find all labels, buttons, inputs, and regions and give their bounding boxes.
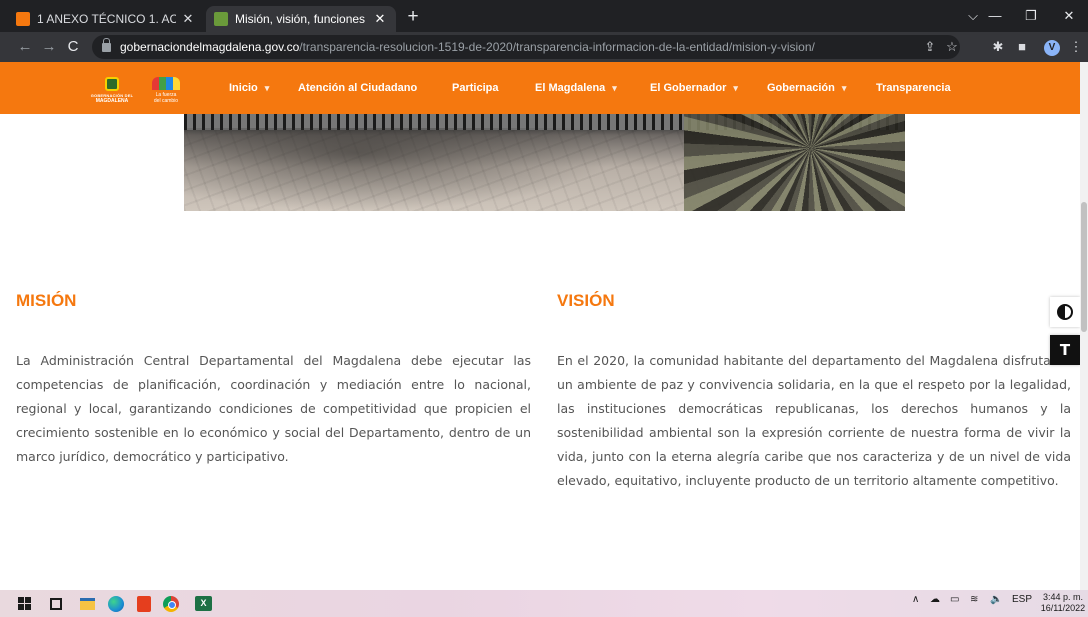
vision-heading: VISIÓN: [557, 291, 615, 310]
browser-tab-strip: 1 ANEXO TÉCNICO 1. ACCESIBILI ✕ Misión, …: [0, 0, 1088, 32]
contrast-icon: [1057, 304, 1073, 320]
menu-item-gobernacion[interactable]: Gobernación ▾: [767, 82, 846, 94]
chrome-icon[interactable]: [163, 596, 179, 612]
back-arrow-icon[interactable]: ←: [14, 36, 36, 58]
url-host: gobernaciondelmagdalena.gov.co: [120, 40, 300, 54]
font-size-icon: T: [1059, 341, 1071, 359]
menu-label: Gobernación: [767, 82, 835, 94]
menu-label: Inicio: [229, 82, 258, 94]
menu-label: El Gobernador: [650, 82, 727, 94]
logo2-text-2: del cambio: [153, 98, 179, 104]
tray-chevron-up-icon[interactable]: ∧: [912, 594, 919, 605]
clock-time: 3:44 p. m.: [1042, 592, 1084, 602]
new-tab-button[interactable]: +: [402, 7, 424, 29]
wifi-icon[interactable]: ≋: [970, 594, 978, 605]
hero-palm: [684, 114, 905, 211]
fuerza-del-cambio-logo[interactable]: La fuerza del cambio: [146, 77, 186, 107]
windows-taskbar: X ∧ ☁ ▭ ≋ 🔈 ESP 3:44 p. m. 16/11/2022: [0, 590, 1088, 617]
taskbar-clock[interactable]: 3:44 p. m. 16/11/2022: [1040, 592, 1086, 614]
forward-arrow-icon[interactable]: →: [38, 36, 60, 58]
minimize-button[interactable]: —: [976, 4, 1014, 28]
colorful-mark-icon: [152, 77, 180, 90]
office-icon[interactable]: [137, 596, 151, 612]
language-indicator[interactable]: ESP: [1012, 594, 1032, 605]
chevron-down-icon: ▾: [733, 82, 738, 93]
close-window-button[interactable]: ✕: [1050, 4, 1088, 28]
tab-favicon-icon: [214, 12, 228, 26]
tab-close-icon[interactable]: ✕: [372, 11, 388, 27]
menu-item-atencion[interactable]: Atención al Ciudadano: [298, 82, 417, 94]
menu-label: Transparencia: [876, 82, 951, 94]
menu-item-el-gobernador[interactable]: El Gobernador ▾: [650, 82, 738, 94]
chevron-down-icon: ▾: [841, 82, 847, 93]
volume-icon[interactable]: 🔈: [990, 594, 1002, 605]
page-content: MISIÓN La Administración Central Departa…: [0, 114, 1080, 590]
file-explorer-icon[interactable]: [80, 598, 95, 610]
browser-toolbar: ← → C gobernaciondelmagdalena.gov.co/tra…: [0, 32, 1088, 62]
menu-label: Participa: [452, 82, 499, 94]
menu-label: El Magdalena: [535, 82, 606, 94]
site-header: GOBERNACIÓN DEL MAGDALENA La fuerza del …: [0, 62, 1080, 114]
restore-button[interactable]: ❐: [1012, 4, 1050, 28]
mision-heading: MISIÓN: [16, 291, 77, 310]
bookmark-star-icon[interactable]: ☆: [942, 37, 962, 57]
hero-shadow: [184, 128, 617, 211]
menu-item-el-magdalena[interactable]: El Magdalena ▾: [535, 82, 617, 94]
menu-item-transparencia[interactable]: Transparencia: [876, 82, 951, 94]
menu-label: Atención al Ciudadano: [298, 82, 418, 94]
url-path: /transparencia-resolucion-1519-de-2020/t…: [299, 40, 815, 54]
chevron-down-icon: ▾: [264, 82, 270, 93]
share-icon[interactable]: ⇪: [920, 37, 940, 57]
battery-icon[interactable]: ▭: [950, 594, 959, 605]
extensions-puzzle-icon[interactable]: ✱: [988, 37, 1008, 57]
address-bar[interactable]: gobernaciondelmagdalena.gov.co/transpare…: [92, 35, 960, 59]
tab-close-icon[interactable]: ✕: [180, 11, 196, 27]
gobernacion-logo[interactable]: GOBERNACIÓN DEL MAGDALENA: [88, 77, 136, 107]
scrollbar-thumb[interactable]: [1081, 202, 1087, 332]
browser-menu-icon[interactable]: ⋮: [1066, 37, 1086, 57]
lock-icon: [102, 37, 111, 52]
mision-text: La Administración Central Departamental …: [16, 353, 531, 464]
font-size-button[interactable]: T: [1050, 335, 1080, 365]
tab-title: Misión, visión, funciones y debere: [235, 12, 368, 26]
menu-item-participa[interactable]: Participa: [452, 82, 498, 94]
side-panel-icon[interactable]: ■: [1012, 37, 1032, 57]
profile-avatar[interactable]: V: [1044, 40, 1060, 56]
logo-text-2: MAGDALENA: [95, 98, 129, 104]
shield-icon: [105, 77, 119, 91]
tab-title: 1 ANEXO TÉCNICO 1. ACCESIBILI: [37, 12, 176, 26]
browser-tab-mision[interactable]: Misión, visión, funciones y debere ✕: [206, 6, 396, 32]
menu-item-inicio[interactable]: Inicio ▾: [229, 82, 269, 94]
browser-tab-anexo[interactable]: 1 ANEXO TÉCNICO 1. ACCESIBILI ✕: [8, 6, 204, 32]
chevron-down-icon: ▾: [612, 82, 617, 93]
onedrive-cloud-icon[interactable]: ☁: [930, 594, 940, 605]
windows-start-icon[interactable]: [18, 597, 31, 610]
tab-favicon-icon: [16, 12, 30, 26]
page-scrollbar[interactable]: [1080, 62, 1088, 590]
edge-icon[interactable]: [108, 596, 124, 612]
reload-icon[interactable]: C: [62, 36, 84, 58]
contrast-toggle-button[interactable]: [1050, 297, 1080, 327]
task-view-icon[interactable]: [50, 598, 62, 610]
clock-date: 16/11/2022: [1040, 603, 1086, 613]
excel-icon[interactable]: X: [195, 596, 212, 611]
vision-text: En el 2020, la comunidad habitante del d…: [557, 353, 1071, 488]
hero-photo: [184, 114, 905, 211]
